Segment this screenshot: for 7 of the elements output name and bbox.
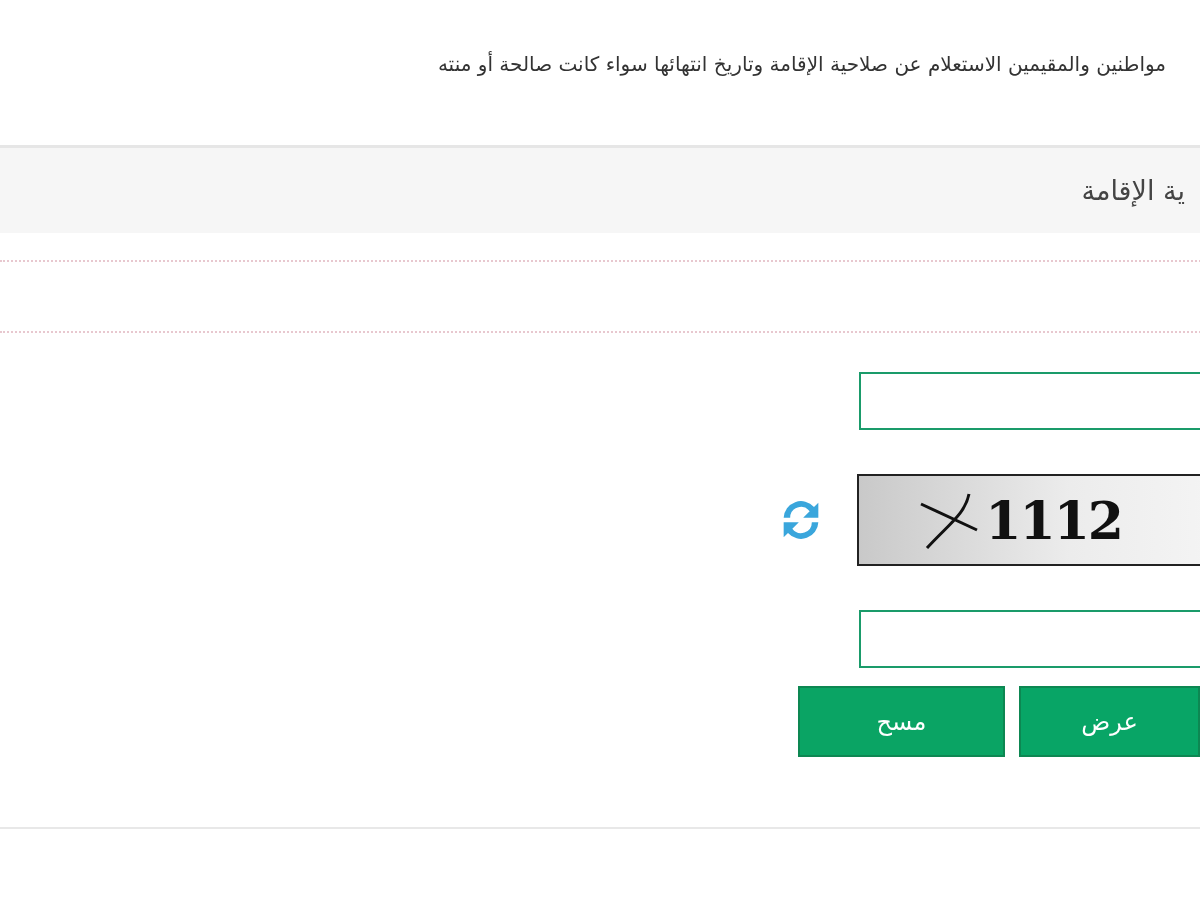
input-field[interactable] bbox=[859, 610, 1200, 668]
clear-button[interactable]: مسح bbox=[798, 686, 1005, 757]
input-field[interactable] bbox=[859, 372, 1200, 430]
intro-text: مواطنين والمقيمين الاستعلام عن صلاحية الإقامة وتاريخ انتهائها سواء كانت صالحة أو منته bbox=[437, 50, 1166, 78]
panel-title: ية الإقامة bbox=[1081, 175, 1185, 206]
submit-button[interactable]: عرض bbox=[1019, 686, 1200, 757]
captcha-code: 1112 bbox=[985, 489, 1122, 551]
